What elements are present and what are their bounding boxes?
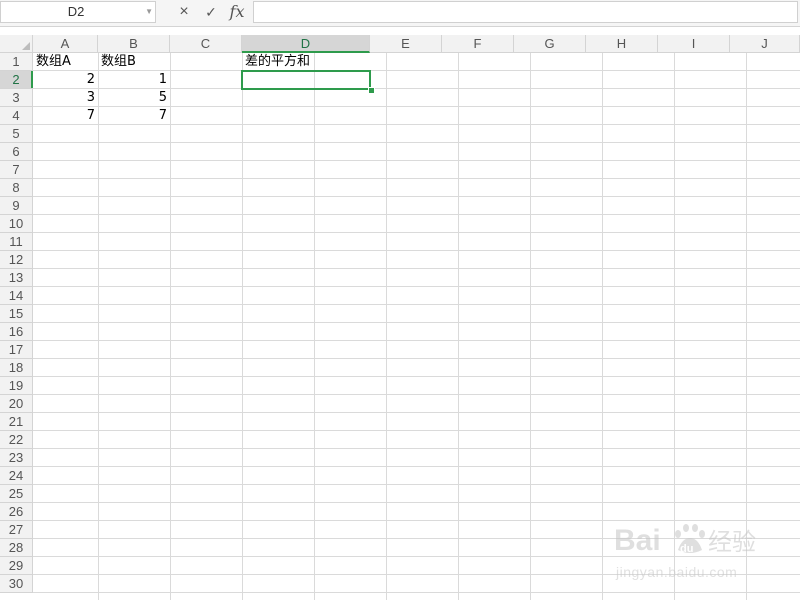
spreadsheet-window: D2 ▼ × ✓ fx ABCDEFGHIJ 1 2 3 4 5 6 7 8 9 10 11 12 13… bbox=[0, 0, 800, 600]
row-header-26[interactable]: 26 bbox=[0, 503, 33, 521]
svg-text:经验: 经验 bbox=[708, 528, 756, 556]
column-header-h[interactable]: H bbox=[586, 35, 658, 53]
column-header-d[interactable]: D bbox=[242, 35, 370, 53]
row-header-9[interactable]: 9 bbox=[0, 197, 33, 215]
row-header-23[interactable]: 23 bbox=[0, 449, 33, 467]
cell-a3[interactable]: 3 bbox=[33, 89, 98, 107]
row-header-25[interactable]: 25 bbox=[0, 485, 33, 503]
row-header-21[interactable]: 21 bbox=[0, 413, 33, 431]
row-header-16[interactable]: 16 bbox=[0, 323, 33, 341]
row-header-24[interactable]: 24 bbox=[0, 467, 33, 485]
select-all-triangle-icon bbox=[22, 42, 30, 50]
name-box[interactable]: D2 ▼ bbox=[0, 1, 156, 23]
row-header-19[interactable]: 19 bbox=[0, 377, 33, 395]
row-header-4[interactable]: 4 bbox=[0, 107, 33, 125]
row-header-12[interactable]: 12 bbox=[0, 251, 33, 269]
select-all-button[interactable] bbox=[0, 35, 33, 53]
formula-input[interactable] bbox=[253, 1, 798, 23]
column-header-c[interactable]: C bbox=[170, 35, 242, 53]
chevron-down-icon[interactable]: ▼ bbox=[145, 2, 153, 22]
name-box-value: D2 bbox=[67, 4, 85, 19]
row-header-27[interactable]: 27 bbox=[0, 521, 33, 539]
cell-b4[interactable]: 7 bbox=[98, 107, 170, 125]
fill-handle[interactable] bbox=[368, 87, 375, 94]
baidu-logo-icon: Bai du 经验 bbox=[614, 524, 756, 557]
column-header-b[interactable]: B bbox=[98, 35, 170, 53]
row-header-8[interactable]: 8 bbox=[0, 179, 33, 197]
row-header-14[interactable]: 14 bbox=[0, 287, 33, 305]
column-header-g[interactable]: G bbox=[514, 35, 586, 53]
row-header-20[interactable]: 20 bbox=[0, 395, 33, 413]
column-header-j[interactable]: J bbox=[730, 35, 800, 53]
row-header-22[interactable]: 22 bbox=[0, 431, 33, 449]
row-header-10[interactable]: 10 bbox=[0, 215, 33, 233]
row-header-18[interactable]: 18 bbox=[0, 359, 33, 377]
active-cell-selection[interactable] bbox=[241, 70, 371, 90]
cell-a1[interactable]: 数组A bbox=[33, 53, 98, 71]
row-header-28[interactable]: 28 bbox=[0, 539, 33, 557]
cell-a4[interactable]: 7 bbox=[33, 107, 98, 125]
row-header-13[interactable]: 13 bbox=[0, 269, 33, 287]
row-header-15[interactable]: 15 bbox=[0, 305, 33, 323]
cell-d1[interactable]: 差的平方和 bbox=[242, 53, 370, 71]
row-header-1[interactable]: 1 bbox=[0, 53, 33, 71]
svg-text:du: du bbox=[680, 543, 693, 555]
column-header-i[interactable]: I bbox=[658, 35, 730, 53]
check-icon[interactable]: ✓ bbox=[202, 2, 220, 22]
cell-b1[interactable]: 数组B bbox=[98, 53, 170, 71]
row-header-29[interactable]: 29 bbox=[0, 557, 33, 575]
row-header-5[interactable]: 5 bbox=[0, 125, 33, 143]
row-header-7[interactable]: 7 bbox=[0, 161, 33, 179]
formula-bar: D2 ▼ × ✓ fx bbox=[0, 0, 800, 27]
baidu-jingyan-watermark: Bai du 经验 jingyan.baidu.com bbox=[612, 512, 792, 592]
row-header-6[interactable]: 6 bbox=[0, 143, 33, 161]
cell-b2[interactable]: 1 bbox=[98, 71, 170, 89]
row-header-30[interactable]: 30 bbox=[0, 575, 33, 593]
watermark-url: jingyan.baidu.com bbox=[616, 564, 738, 580]
close-icon[interactable]: × bbox=[175, 2, 193, 22]
column-header-f[interactable]: F bbox=[442, 35, 514, 53]
row-header-11[interactable]: 11 bbox=[0, 233, 33, 251]
row-header-2[interactable]: 2 bbox=[0, 71, 33, 89]
fx-icon[interactable]: fx bbox=[226, 2, 248, 22]
column-header-e[interactable]: E bbox=[370, 35, 442, 53]
row-header-3[interactable]: 3 bbox=[0, 89, 33, 107]
cell-b3[interactable]: 5 bbox=[98, 89, 170, 107]
row-header-17[interactable]: 17 bbox=[0, 341, 33, 359]
column-header-a[interactable]: A bbox=[33, 35, 98, 53]
svg-text:Bai: Bai bbox=[614, 524, 661, 557]
cell-a2[interactable]: 2 bbox=[33, 71, 98, 89]
